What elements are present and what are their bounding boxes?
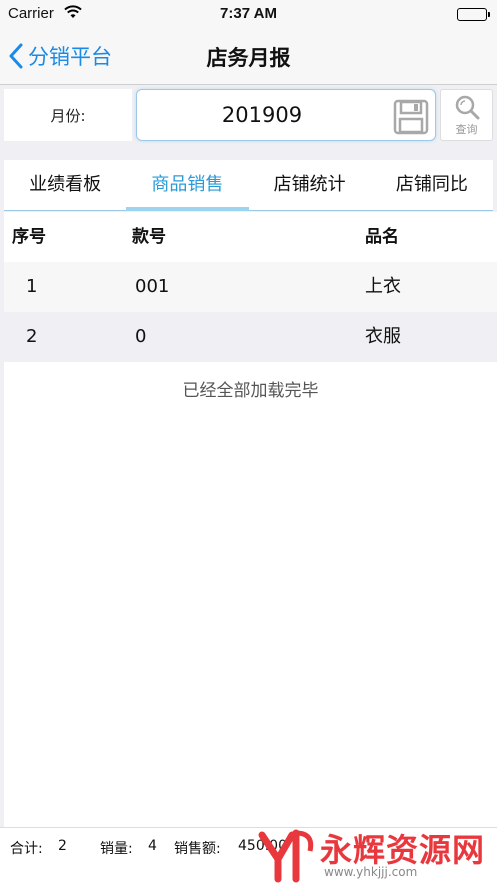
row-style-no: 001 xyxy=(135,276,170,297)
tab-store-yoy[interactable]: 店铺同比 xyxy=(371,160,493,210)
row-product-name: 衣服 xyxy=(365,326,401,347)
tab-store-stats[interactable]: 店铺统计 xyxy=(249,160,371,210)
navigation-bar: 分销平台 店务月报 xyxy=(0,28,497,85)
month-label: 月份: xyxy=(4,89,132,141)
month-filter-row: 月份: 201909 查询 xyxy=(0,86,497,144)
sales-table: 序号 款号 品名 1 001 上衣 2 0 衣服 已经全部加载完毕 xyxy=(4,212,497,420)
table-header: 序号 款号 品名 xyxy=(4,212,497,262)
battery-icon xyxy=(457,8,490,21)
clock: 7:37 AM xyxy=(220,5,277,22)
status-bar: Carrier 7:37 AM xyxy=(0,0,497,28)
table-row[interactable]: 2 0 衣服 xyxy=(4,312,497,362)
month-value: 201909 xyxy=(221,103,303,127)
save-icon[interactable] xyxy=(393,99,429,135)
qty-label: 销量: xyxy=(100,841,133,857)
tab-bar: 业绩看板 商品销售 店铺统计 店铺同比 xyxy=(4,160,493,211)
tab-product-sales[interactable]: 商品销售 xyxy=(126,160,249,211)
watermark: 永辉资源网 www.yhkjjj.com xyxy=(250,823,497,883)
row-product-name: 上衣 xyxy=(365,276,401,297)
search-label: 查询 xyxy=(455,122,478,136)
table-row[interactable]: 1 001 上衣 xyxy=(4,262,497,312)
row-index: 2 xyxy=(26,326,38,347)
page-title: 店务月报 xyxy=(206,46,291,70)
qty-value: 4 xyxy=(148,838,157,854)
table-empty-area xyxy=(4,420,497,827)
watermark-logo-icon xyxy=(258,829,314,883)
header-index: 序号 xyxy=(12,227,46,247)
search-button[interactable]: 查询 xyxy=(440,89,493,141)
row-style-no: 0 xyxy=(135,326,147,347)
tab-performance[interactable]: 业绩看板 xyxy=(4,160,126,210)
amount-label: 销售额: xyxy=(174,841,221,857)
header-style-no: 款号 xyxy=(132,227,166,247)
load-complete-text: 已经全部加载完毕 xyxy=(4,362,497,420)
total-label: 合计: xyxy=(10,841,43,857)
total-value: 2 xyxy=(58,838,67,854)
header-product-name: 品名 xyxy=(365,227,399,247)
app-screen: Carrier 7:37 AM 分销平台 店务月报 月份: 201909 查询 … xyxy=(0,0,497,883)
month-input[interactable]: 201909 xyxy=(136,89,436,141)
row-index: 1 xyxy=(26,276,38,297)
watermark-url: www.yhkjjj.com xyxy=(324,865,418,879)
search-icon xyxy=(455,95,479,119)
